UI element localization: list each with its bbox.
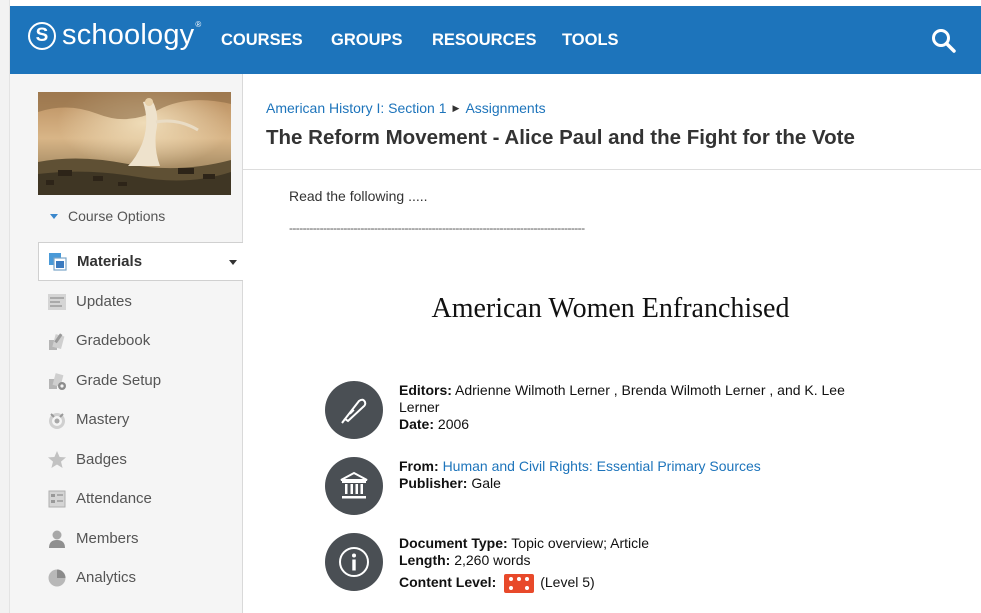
sidebar-item-materials[interactable]: Materials (38, 242, 243, 281)
doctype-line: Document Type: Topic overview; Article (399, 535, 649, 552)
editors-info: Editors: Adrienne Wilmoth Lerner , Brend… (399, 382, 889, 433)
intro-text: Read the following ..... (289, 188, 428, 204)
sidebar-item-members[interactable]: Members (38, 519, 243, 558)
gradebook-icon (46, 330, 68, 352)
institution-icon (325, 457, 383, 515)
left-edge (0, 0, 10, 613)
course-image[interactable] (38, 92, 231, 195)
doctype-label: Document Type: (399, 535, 508, 551)
nav-courses[interactable]: COURSES (221, 6, 303, 74)
sidebar-item-label: Gradebook (76, 332, 151, 349)
length-value: 2,260 words (454, 552, 531, 568)
pen-icon (325, 381, 383, 439)
badges-icon (46, 449, 68, 471)
length-label: Length: (399, 552, 451, 568)
sidebar-item-badges[interactable]: Badges (38, 440, 243, 479)
from-label: From: (399, 458, 439, 474)
updates-icon (46, 291, 68, 313)
content-level-label: Content Level: (399, 574, 497, 591)
date-line: Date: 2006 (399, 416, 889, 433)
grade-setup-icon (46, 370, 68, 392)
editors-line: Editors: Adrienne Wilmoth Lerner , Brend… (399, 382, 889, 416)
doctype-value: Topic overview; Article (511, 535, 649, 551)
from-line: From: Human and Civil Rights: Essential … (399, 458, 761, 475)
top-nav-bar: S schoology® COURSES GROUPS RESOURCES TO… (10, 6, 981, 74)
search-icon[interactable] (931, 28, 957, 54)
page-title: The Reform Movement - Alice Paul and the… (266, 126, 855, 149)
sidebar-item-label: Grade Setup (76, 372, 162, 389)
breadcrumb: American History I: Section 1 ▶ Assignme… (266, 100, 546, 116)
nav-resources[interactable]: RESOURCES (432, 6, 537, 74)
publisher-value: Gale (471, 475, 501, 491)
sidebar-item-mastery[interactable]: Mastery (38, 400, 243, 439)
source-info: From: Human and Civil Rights: Essential … (399, 458, 761, 492)
content-level-value: (Level 5) (540, 574, 595, 591)
content-level-dots-icon (504, 574, 535, 593)
breadcrumb-course-link[interactable]: American History I: Section 1 (266, 100, 447, 116)
sidebar-item-gradebook[interactable]: Gradebook (38, 321, 243, 360)
members-icon (46, 528, 68, 550)
content-level-line: Content Level: (Level 5) (399, 574, 649, 593)
info-icon (325, 533, 383, 591)
course-options-toggle[interactable]: Course Options (50, 208, 165, 224)
sidebar-item-label: Materials (77, 253, 143, 270)
sidebar-item-grade-setup[interactable]: Grade Setup (38, 361, 243, 400)
sidebar-item-label: Analytics (76, 569, 137, 586)
breadcrumb-assignments-link[interactable]: Assignments (465, 100, 545, 116)
schoology-logo[interactable]: S schoology® (28, 21, 202, 50)
course-sidebar: Course Options Materials Updates Gradebo… (10, 74, 243, 613)
date-label: Date: (399, 416, 435, 432)
schoology-logo-mark: S (28, 21, 56, 50)
editors-label: Editors: (399, 382, 452, 398)
length-line: Length: 2,260 words (399, 552, 649, 569)
sidebar-item-attendance[interactable]: Attendance (38, 479, 243, 518)
nav-groups[interactable]: GROUPS (331, 6, 403, 74)
dashed-separator: ----------------------------------------… (289, 221, 585, 235)
sidebar-item-updates[interactable]: Updates (38, 282, 243, 321)
analytics-icon (46, 567, 68, 589)
mastery-icon (46, 409, 68, 431)
document-type-info: Document Type: Topic overview; Article L… (399, 535, 649, 593)
sidebar-item-analytics[interactable]: Analytics (38, 558, 243, 597)
editors-value: Adrienne Wilmoth Lerner , Brenda Wilmoth… (399, 382, 845, 415)
caret-down-icon (50, 213, 58, 219)
sidebar-item-label: Badges (76, 451, 127, 468)
nav-tools[interactable]: TOOLS (562, 6, 619, 74)
publisher-line: Publisher: Gale (399, 475, 761, 492)
dropdown-arrow-icon[interactable] (229, 260, 237, 265)
breadcrumb-separator-icon: ▶ (452, 102, 460, 113)
schoology-logo-text: schoology® (62, 19, 202, 51)
publisher-label: Publisher: (399, 475, 468, 491)
title-divider (243, 169, 981, 170)
document-title: American Women Enfranchised (431, 293, 790, 324)
course-options-label: Course Options (68, 208, 166, 224)
attendance-icon (46, 488, 68, 510)
source-link[interactable]: Human and Civil Rights: Essential Primar… (443, 458, 761, 474)
sidebar-item-label: Mastery (76, 411, 130, 428)
sidebar-item-label: Members (76, 530, 139, 547)
date-value: 2006 (437, 416, 470, 432)
sidebar-item-label: Attendance (76, 490, 152, 507)
materials-icon (47, 251, 69, 273)
sidebar-item-label: Updates (76, 293, 132, 310)
